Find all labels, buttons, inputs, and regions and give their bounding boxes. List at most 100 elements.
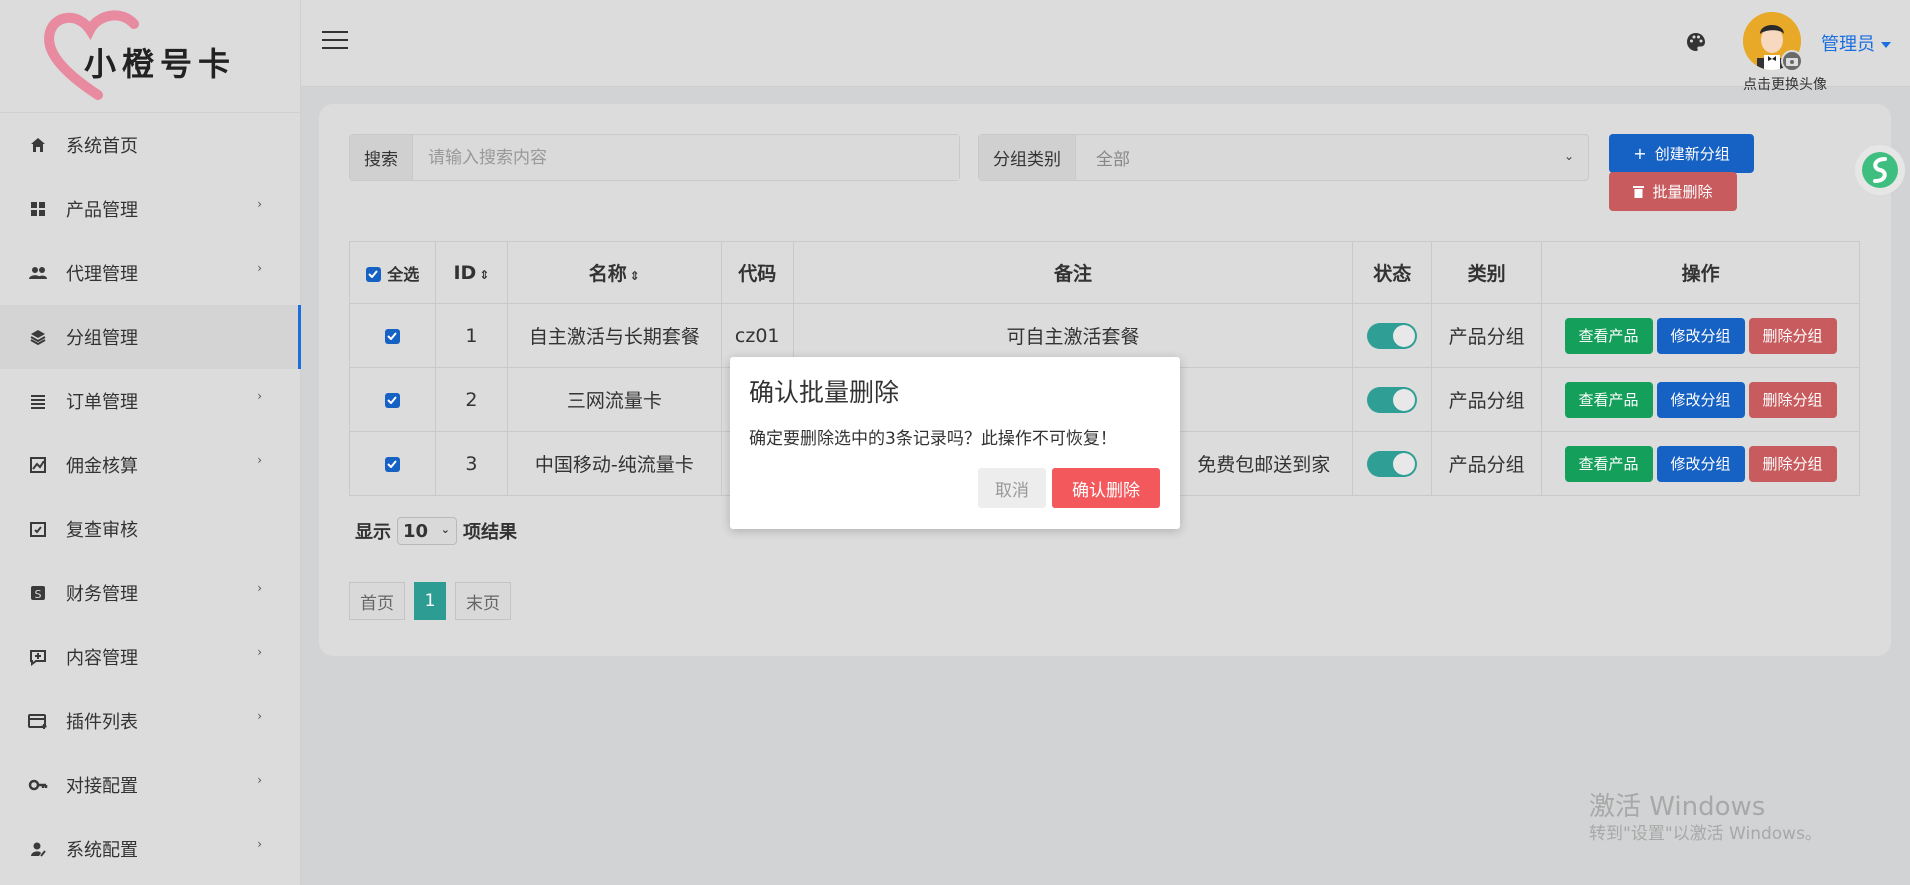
sidebar-item-groups[interactable]: 分组管理 xyxy=(0,305,301,369)
avatar-caption[interactable]: 点击更换头像 xyxy=(1743,74,1827,94)
home-icon xyxy=(28,135,48,155)
cancel-button[interactable]: 取消 xyxy=(978,468,1046,508)
row-select xyxy=(349,367,436,432)
current-page-button[interactable]: 1 xyxy=(414,582,446,620)
first-page-button[interactable]: 首页 xyxy=(349,582,405,620)
id-header-label: ID xyxy=(453,261,477,284)
assistant-float-icon[interactable] xyxy=(1855,145,1905,195)
plus-icon: + xyxy=(1633,144,1647,163)
view-products-button[interactable]: 查看产品 xyxy=(1564,381,1653,418)
search-label: 搜索 xyxy=(350,135,413,180)
sidebar-item-label: 订单管理 xyxy=(66,392,138,413)
sidebar-item-agents[interactable]: 代理管理 › xyxy=(0,241,300,305)
logo[interactable]: 小橙号卡 xyxy=(0,0,300,113)
category-select[interactable]: 全部 ⌄ xyxy=(1076,135,1588,180)
page-size-control: 显示 10 ⌄ 项结果 xyxy=(355,517,517,545)
select-all-label: 全选 xyxy=(387,264,420,284)
sidebar-item-label: 插件列表 xyxy=(66,712,138,733)
status-toggle[interactable] xyxy=(1367,450,1418,477)
row-status xyxy=(1352,303,1433,368)
edit-group-button[interactable]: 修改分组 xyxy=(1656,381,1745,418)
checkbox-checked-icon[interactable] xyxy=(365,266,381,282)
chevron-right-icon: › xyxy=(257,261,262,275)
palette-icon[interactable] xyxy=(1685,31,1707,53)
page-size-prefix: 显示 xyxy=(355,522,391,543)
sidebar-item-label: 系统配置 xyxy=(66,840,138,861)
menu-toggle-icon[interactable] xyxy=(322,31,348,51)
id-header[interactable]: ID ⇕ xyxy=(434,241,508,304)
sidebar-item-home[interactable]: 系统首页 xyxy=(0,113,300,177)
status-toggle[interactable] xyxy=(1367,322,1418,349)
search-input[interactable] xyxy=(413,135,959,180)
row-status xyxy=(1352,431,1433,496)
chevron-right-icon: › xyxy=(257,773,262,787)
dialog-message: 确定要删除选中的3条记录吗？此操作不可恢复！ xyxy=(749,429,1117,449)
sidebar-item-label: 佣金核算 xyxy=(66,456,138,477)
name-header[interactable]: 名称 ⇕ xyxy=(506,241,722,304)
page-size-suffix: 项结果 xyxy=(463,522,517,543)
sidebar-item-commission[interactable]: 佣金核算 › xyxy=(0,433,300,497)
chevron-down-icon: ⌄ xyxy=(1563,149,1574,163)
top-header xyxy=(301,0,1910,87)
search-group: 搜索 xyxy=(349,134,960,181)
view-products-button[interactable]: 查看产品 xyxy=(1564,317,1653,354)
user-menu[interactable]: 管理员 xyxy=(1821,30,1891,56)
sidebar-item-content[interactable]: 内容管理 › xyxy=(0,625,300,689)
select-all-header[interactable]: 全选 xyxy=(349,241,436,304)
row-status xyxy=(1352,367,1433,432)
list-icon xyxy=(28,391,48,411)
row-id: 2 xyxy=(434,367,508,432)
delete-group-button[interactable]: 删除分组 xyxy=(1748,317,1837,354)
view-products-button[interactable]: 查看产品 xyxy=(1564,445,1653,482)
chevron-right-icon: › xyxy=(257,453,262,467)
row-select xyxy=(349,303,436,368)
sidebar-item-label: 复查审核 xyxy=(66,520,138,541)
sidebar-item-label: 代理管理 xyxy=(66,264,138,285)
ops-header: 操作 xyxy=(1541,241,1860,304)
confirm-delete-button[interactable]: 确认删除 xyxy=(1052,468,1160,508)
checkbox-checked-icon[interactable] xyxy=(384,328,400,344)
row-name: 中国移动-纯流量卡 xyxy=(506,431,722,496)
windows-watermark-title: 激活 Windows xyxy=(1589,792,1766,822)
chevron-down-icon: ⌄ xyxy=(440,523,450,536)
sidebar-item-integration[interactable]: 对接配置 › xyxy=(0,753,300,817)
delete-group-button[interactable]: 删除分组 xyxy=(1748,445,1837,482)
sidebar-item-label: 产品管理 xyxy=(66,200,138,221)
last-page-button[interactable]: 末页 xyxy=(455,582,511,620)
key-icon xyxy=(28,775,48,795)
sidebar-item-orders[interactable]: 订单管理 › xyxy=(0,369,300,433)
sidebar-item-review[interactable]: 复查审核 xyxy=(0,497,300,561)
row-id: 3 xyxy=(434,431,508,496)
sidebar-item-system-config[interactable]: 系统配置 › xyxy=(0,817,300,881)
sidebar-item-finance[interactable]: S 财务管理 › xyxy=(0,561,300,625)
row-ops: 查看产品 修改分组 删除分组 xyxy=(1541,431,1860,496)
category-filter: 分组类别 全部 ⌄ xyxy=(978,134,1589,181)
caret-down-icon xyxy=(1881,42,1891,48)
windows-watermark-subtitle: 转到"设置"以激活 Windows。 xyxy=(1589,824,1822,844)
sidebar-item-plugins[interactable]: 插件列表 › xyxy=(0,689,300,753)
trash-icon xyxy=(1633,186,1645,198)
sidebar-item-products[interactable]: 产品管理 › xyxy=(0,177,300,241)
card-plus-icon xyxy=(28,711,48,731)
category-label: 分组类别 xyxy=(979,135,1076,180)
sidebar-item-label: 内容管理 xyxy=(66,648,138,669)
remark-header: 备注 xyxy=(792,241,1354,304)
edit-group-button[interactable]: 修改分组 xyxy=(1656,445,1745,482)
sidebar-item-label: 系统首页 xyxy=(66,136,138,157)
delete-group-button[interactable]: 删除分组 xyxy=(1748,381,1837,418)
sidebar: 小橙号卡 系统首页 产品管理 › 代理管理 › 分组管理 订单管理 › 佣金核算… xyxy=(0,0,301,885)
row-name: 自主激活与长期套餐 xyxy=(506,303,722,368)
camera-icon[interactable] xyxy=(1781,50,1803,72)
checkbox-checked-icon[interactable] xyxy=(384,456,400,472)
edit-group-button[interactable]: 修改分组 xyxy=(1656,317,1745,354)
row-ops: 查看产品 修改分组 删除分组 xyxy=(1541,303,1860,368)
batch-delete-button[interactable]: 批量删除 xyxy=(1609,172,1737,211)
page-size-select[interactable]: 10 ⌄ xyxy=(397,517,457,545)
pagination: 首页 1 末页 xyxy=(349,582,520,620)
status-toggle[interactable] xyxy=(1367,386,1418,413)
comment-plus-icon xyxy=(28,647,48,667)
checkbox-checked-icon[interactable] xyxy=(384,392,400,408)
create-group-button[interactable]: + 创建新分组 xyxy=(1609,134,1754,173)
row-category: 产品分组 xyxy=(1431,367,1543,432)
row-select xyxy=(349,431,436,496)
